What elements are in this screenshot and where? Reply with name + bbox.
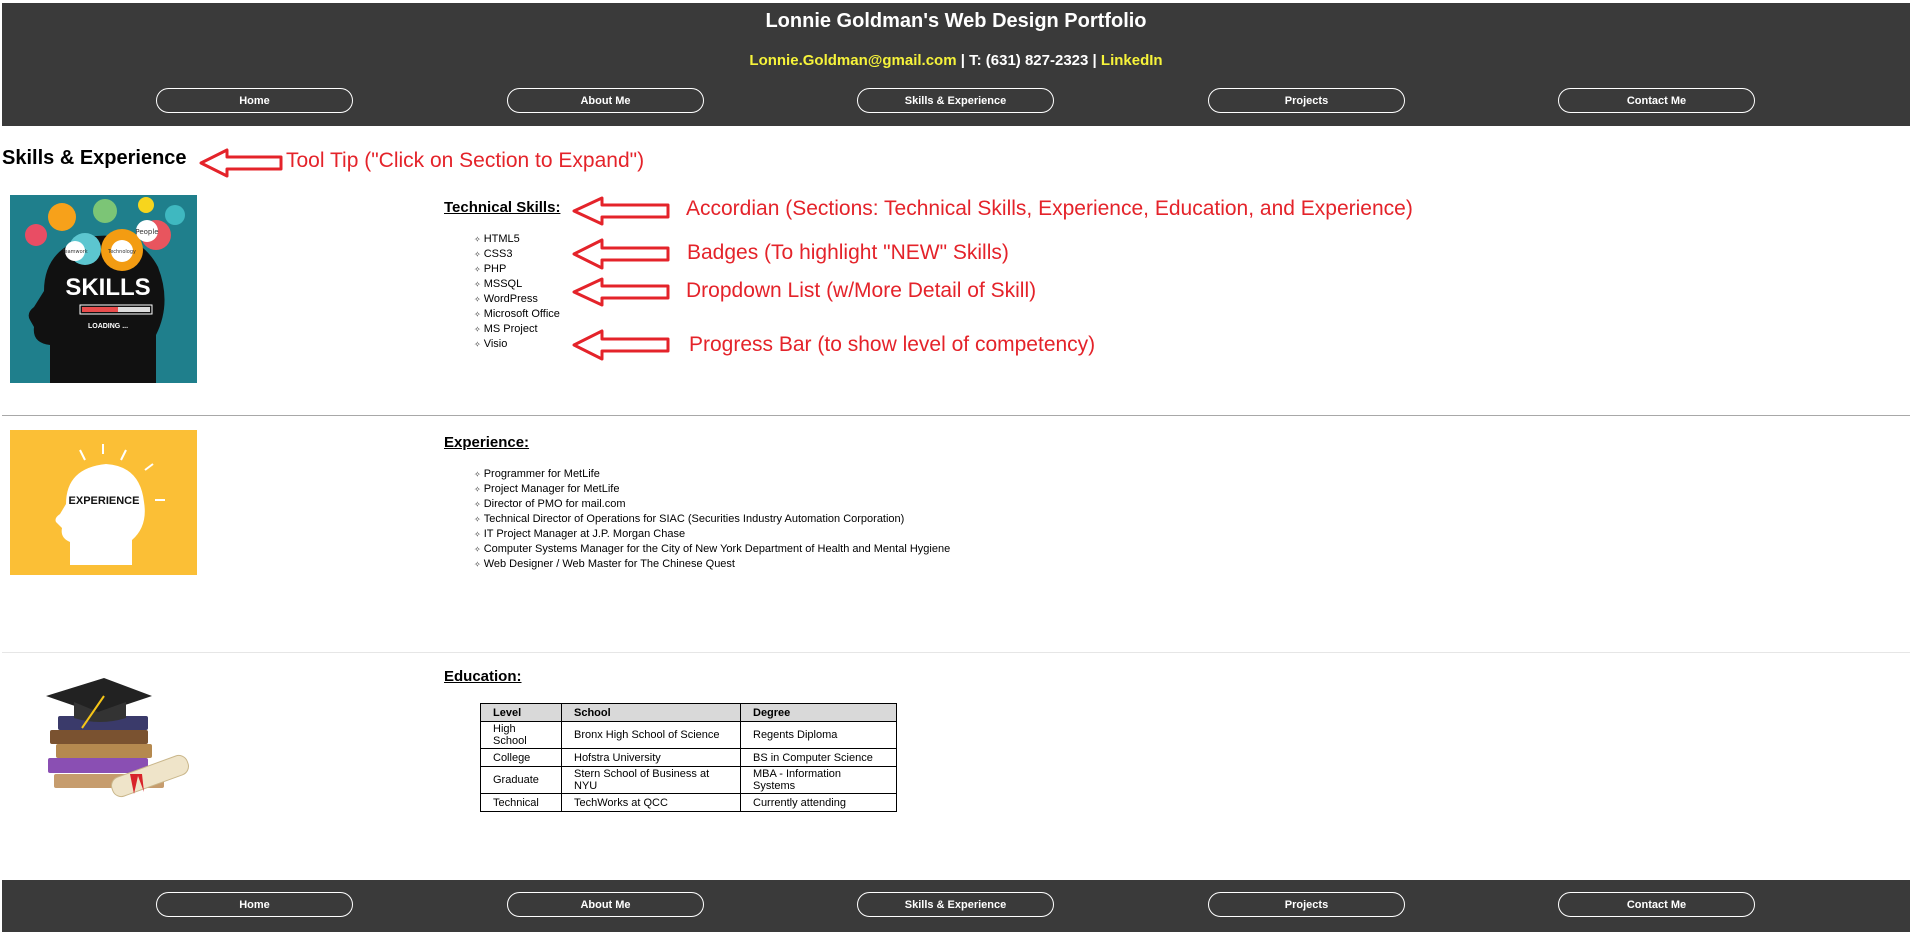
table-header-row: Level School Degree bbox=[480, 703, 897, 722]
separator: | bbox=[956, 52, 970, 69]
table-cell: Graduate bbox=[480, 766, 562, 794]
nav-projects-button[interactable]: Projects bbox=[1208, 88, 1405, 113]
list-item: Microsoft Office bbox=[474, 307, 560, 322]
footer-nav: Home About Me Skills & Experience Projec… bbox=[2, 892, 1910, 920]
gear-label: Technology bbox=[107, 249, 136, 255]
email-link[interactable]: Lonnie.Goldman@gmail.com bbox=[749, 52, 956, 69]
header-nav: Home About Me Skills & Experience Projec… bbox=[2, 88, 1910, 116]
experience-image-text: EXPERIENCE bbox=[69, 495, 140, 507]
skills-image-subtext: LOADING ... bbox=[88, 323, 128, 330]
section-divider bbox=[2, 652, 1910, 653]
annotation-dropdown: Dropdown List (w/More Detail of Skill) bbox=[686, 279, 1037, 302]
list-item: HTML5 bbox=[474, 232, 560, 247]
page-title: Skills & Experience bbox=[2, 147, 187, 169]
site-header: Lonnie Goldman's Web Design Portfolio Lo… bbox=[2, 3, 1910, 126]
nav-contact-button[interactable]: Contact Me bbox=[1558, 892, 1755, 917]
nav-about-button[interactable]: About Me bbox=[507, 88, 704, 113]
experience-list: Programmer for MetLife Project Manager f… bbox=[474, 467, 951, 572]
experience-image: EXPERIENCE bbox=[10, 430, 197, 575]
table-row: College Hofstra University BS in Compute… bbox=[480, 748, 897, 767]
list-item: MS Project bbox=[474, 322, 560, 337]
annotation-progress: Progress Bar (to show level of competenc… bbox=[689, 333, 1096, 356]
list-item: Technical Director of Operations for SIA… bbox=[474, 512, 950, 527]
education-table: Level School Degree High School Bronx Hi… bbox=[480, 703, 897, 812]
annotation-arrow-icon bbox=[572, 238, 670, 270]
site-footer: Home About Me Skills & Experience Projec… bbox=[2, 880, 1910, 932]
list-item: Web Designer / Web Master for The Chines… bbox=[474, 557, 950, 572]
annotation-badges: Badges (To highlight "NEW" Skills) bbox=[687, 241, 1009, 264]
contact-line: Lonnie.Goldman@gmail.com | T: (631) 827-… bbox=[2, 52, 1910, 69]
list-item: Project Manager for MetLife bbox=[474, 482, 950, 497]
list-item: Programmer for MetLife bbox=[474, 467, 950, 482]
gear-label: People bbox=[135, 228, 158, 236]
education-image bbox=[10, 666, 197, 806]
table-cell: BS in Computer Science bbox=[740, 748, 897, 767]
list-item: MSSQL bbox=[474, 277, 560, 292]
annotation-accordion: Accordian (Sections: Technical Skills, E… bbox=[686, 197, 1413, 220]
table-cell: High School bbox=[480, 721, 562, 749]
section-divider bbox=[2, 415, 1910, 416]
nav-home-button[interactable]: Home bbox=[156, 892, 353, 917]
annotation-arrow-icon bbox=[572, 196, 670, 226]
table-cell: Bronx High School of Science bbox=[561, 721, 741, 749]
skills-image: Teamwork Technology People SKILLS LOADIN… bbox=[10, 195, 197, 383]
annotation-arrow-icon bbox=[572, 329, 670, 361]
column-header: Level bbox=[480, 703, 562, 722]
column-header: School bbox=[561, 703, 741, 722]
nav-home-button[interactable]: Home bbox=[156, 88, 353, 113]
annotation-arrow-icon bbox=[199, 148, 283, 178]
experience-heading[interactable]: Experience: bbox=[444, 434, 529, 451]
table-row: Technical TechWorks at QCC Currently att… bbox=[480, 793, 897, 812]
list-item: Visio bbox=[474, 337, 560, 352]
gear-label: Teamwork bbox=[61, 249, 87, 255]
education-heading[interactable]: Education: bbox=[444, 668, 522, 685]
nav-skills-button[interactable]: Skills & Experience bbox=[857, 88, 1054, 113]
table-cell: College bbox=[480, 748, 562, 767]
technical-skills-heading[interactable]: Technical Skills: bbox=[444, 199, 560, 216]
phone-number: T: (631) 827-2323 bbox=[969, 52, 1089, 69]
list-item: Director of PMO for mail.com bbox=[474, 497, 950, 512]
table-cell: Technical bbox=[480, 793, 562, 812]
separator: | bbox=[1088, 52, 1101, 69]
table-row: Graduate Stern School of Business at NYU… bbox=[480, 766, 897, 794]
list-item: IT Project Manager at J.P. Morgan Chase bbox=[474, 527, 950, 542]
nav-contact-button[interactable]: Contact Me bbox=[1558, 88, 1755, 113]
table-cell: Regents Diploma bbox=[740, 721, 897, 749]
nav-about-button[interactable]: About Me bbox=[507, 892, 704, 917]
table-cell: Stern School of Business at NYU bbox=[561, 766, 741, 794]
list-item: WordPress bbox=[474, 292, 560, 307]
annotation-tooltip: Tool Tip ("Click on Section to Expand") bbox=[286, 149, 645, 172]
table-cell: MBA - Information Systems bbox=[740, 766, 897, 794]
site-title: Lonnie Goldman's Web Design Portfolio bbox=[765, 10, 1147, 32]
annotation-arrow-icon bbox=[572, 277, 670, 307]
column-header: Degree bbox=[740, 703, 897, 722]
nav-skills-button[interactable]: Skills & Experience bbox=[857, 892, 1054, 917]
table-row: High School Bronx High School of Science… bbox=[480, 721, 897, 749]
table-cell: TechWorks at QCC bbox=[561, 793, 741, 812]
technical-skills-list: HTML5 CSS3 PHP MSSQL WordPress Microsoft… bbox=[474, 232, 560, 352]
list-item: Computer Systems Manager for the City of… bbox=[474, 542, 951, 557]
skills-image-text: SKILLS bbox=[65, 274, 150, 301]
table-cell: Hofstra University bbox=[561, 748, 741, 767]
linkedin-link[interactable]: LinkedIn bbox=[1101, 52, 1163, 69]
list-item: PHP bbox=[474, 262, 560, 277]
list-item: CSS3 bbox=[474, 247, 560, 262]
nav-projects-button[interactable]: Projects bbox=[1208, 892, 1405, 917]
table-cell: Currently attending bbox=[740, 793, 897, 812]
